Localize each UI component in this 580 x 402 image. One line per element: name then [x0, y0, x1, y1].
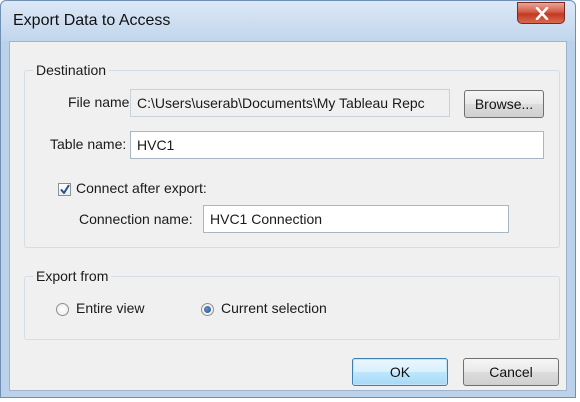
file-name-label: File name: [68, 94, 134, 110]
export-from-group-label: Export from [33, 268, 112, 284]
export-dialog: Export Data to Access Destination File n… [0, 0, 576, 398]
check-mark-icon [60, 184, 70, 194]
destination-group-label: Destination [33, 62, 110, 78]
close-button[interactable] [517, 2, 565, 24]
title-bar[interactable]: Export Data to Access [1, 1, 575, 41]
export-from-group: Export from Entire view Current selectio… [24, 268, 560, 340]
connection-name-field[interactable] [203, 205, 509, 233]
current-selection-label[interactable]: Current selection [221, 300, 327, 316]
table-name-label: Table name: [50, 136, 127, 152]
dialog-body: Destination File name: Browse... Table n… [9, 41, 567, 391]
entire-view-label[interactable]: Entire view [76, 300, 144, 316]
ok-button[interactable]: OK [352, 358, 448, 386]
connect-after-export-checkbox[interactable] [58, 183, 71, 196]
connect-after-export-label[interactable]: Connect after export: [76, 180, 207, 196]
dialog-title: Export Data to Access [13, 12, 171, 29]
connection-name-label: Connection name: [79, 211, 193, 227]
destination-group: Destination File name: Browse... Table n… [24, 62, 560, 248]
current-selection-radio[interactable] [201, 303, 214, 316]
table-name-field[interactable] [130, 131, 544, 159]
file-name-field[interactable] [130, 89, 450, 117]
close-icon [535, 7, 549, 20]
entire-view-radio[interactable] [56, 303, 69, 316]
cancel-button[interactable]: Cancel [463, 358, 559, 386]
browse-button[interactable]: Browse... [464, 90, 544, 118]
radio-selected-dot [204, 306, 211, 313]
